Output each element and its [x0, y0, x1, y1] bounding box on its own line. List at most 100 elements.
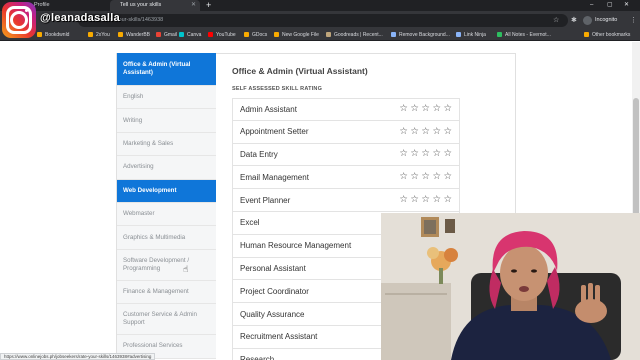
- bookmark-label: All Notes - Evernot...: [505, 32, 551, 38]
- star-icon[interactable]: ☆: [410, 149, 419, 159]
- star-icon[interactable]: ☆: [443, 126, 452, 137]
- star-icon[interactable]: ☆: [399, 104, 408, 114]
- skill-row: Email Management ☆ ☆ ☆ ☆ ☆: [232, 166, 460, 190]
- star-icon[interactable]: ☆: [399, 195, 408, 205]
- webcam-overlay: [381, 213, 640, 360]
- bookmark-item[interactable]: Gmail: [156, 30, 177, 41]
- skill-row: Appointment Setter ☆ ☆ ☆ ☆ ☆: [232, 120, 460, 144]
- bookmark-item[interactable]: All Notes - Evernot...: [497, 30, 551, 41]
- skill-name: Personal Assistant: [240, 263, 306, 273]
- bookmark-label: YouTube: [216, 32, 236, 38]
- puzzle-icon[interactable]: ✱: [571, 14, 577, 27]
- instagram-handle: @leanadasalla: [40, 12, 121, 24]
- sidebar-item-label: Graphics & Multimedia: [123, 233, 186, 241]
- bookmark-item[interactable]: GDocs: [244, 30, 267, 41]
- close-window-button[interactable]: ✕: [624, 0, 629, 11]
- star-icon[interactable]: ☆: [432, 126, 441, 137]
- star-icon[interactable]: ☆: [410, 126, 419, 137]
- skill-name: Appointment Setter: [240, 127, 309, 137]
- sidebar-item[interactable]: Software Development / Programming: [117, 249, 216, 281]
- bookmark-item[interactable]: 2xYou: [88, 30, 110, 41]
- bookmark-item[interactable]: Link Ninja: [456, 30, 486, 41]
- sidebar-item[interactable]: Customer Service & Admin Support: [117, 304, 216, 336]
- bookmark-label: WanderBB: [126, 32, 150, 38]
- bookmark-item[interactable]: Remove Background...: [391, 30, 450, 41]
- skill-name: Event Planner: [240, 195, 291, 205]
- bookmark-label: Other bookmarks: [592, 32, 631, 38]
- tab-skills[interactable]: Tell us your skills ✕: [110, 0, 200, 11]
- bookmark-favicon-icon: [584, 31, 589, 37]
- tab-profile[interactable]: Profile: [28, 0, 108, 11]
- star-icon[interactable]: ☆: [432, 195, 441, 205]
- sidebar-item[interactable]: Graphics & Multimedia: [117, 226, 216, 250]
- tab-label: Profile: [34, 2, 50, 8]
- bookmark-label: Goodreads | Recent...: [334, 32, 383, 38]
- star-icon[interactable]: ☆: [410, 195, 419, 205]
- bookmark-item[interactable]: New Google File: [274, 30, 319, 41]
- skill-name: Excel: [240, 218, 260, 228]
- star-icon[interactable]: ☆: [399, 172, 408, 182]
- star-icon[interactable]: ☆: [410, 172, 419, 182]
- star-icon[interactable]: ☆: [421, 126, 430, 137]
- star-icon[interactable]: ☆: [432, 149, 441, 159]
- sidebar-item-label: Office & Admin (Virtual Assistant): [123, 61, 191, 76]
- menu-icon[interactable]: ⋮: [630, 14, 637, 27]
- bookmark-item[interactable]: Goodreads | Recent...: [326, 30, 383, 41]
- star-rating: ☆☆☆☆☆: [399, 172, 452, 182]
- close-icon[interactable]: ✕: [191, 0, 196, 11]
- incognito-indicator[interactable]: Incognito: [583, 14, 617, 27]
- sidebar-item[interactable]: Advertising: [117, 156, 216, 180]
- bookmark-item[interactable]: Other bookmarks: [584, 30, 630, 41]
- skill-row: Admin Assistant ☆ ☆ ☆ ☆ ☆: [232, 98, 460, 121]
- star-icon[interactable]: ☆: [421, 172, 430, 182]
- bookmark-favicon-icon: [179, 31, 184, 37]
- sidebar-item[interactable]: Writing: [117, 109, 216, 133]
- star-icon[interactable]: ☆: [443, 195, 452, 205]
- star-icon[interactable]: ☆: [443, 104, 452, 114]
- bookmark-favicon-icon: [244, 31, 249, 37]
- star-icon[interactable]: ☆: [432, 104, 441, 114]
- bookmark-favicon-icon: [156, 31, 161, 37]
- star-icon[interactable]: ☆: [421, 195, 430, 205]
- sidebar-item[interactable]: Office & Admin (Virtual Assistant): [117, 53, 216, 86]
- bookmarks-bar: Bookdwnld 2xYou WanderBB Gmail Canva YouTube G…: [0, 30, 640, 41]
- bookmark-item[interactable]: Bookdwnld: [37, 30, 69, 41]
- star-icon[interactable]: ☆: [399, 126, 408, 137]
- minimize-button[interactable]: –: [590, 0, 593, 11]
- section-subtitle: SELF ASSESSED SKILL RATING: [232, 86, 323, 92]
- star-icon[interactable]: ☆: [421, 149, 430, 159]
- bookmark-item[interactable]: YouTube: [208, 30, 236, 41]
- bookmark-label: New Google File: [282, 32, 319, 38]
- skill-name: Project Coordinator: [240, 286, 309, 296]
- bookmark-item[interactable]: WanderBB: [118, 30, 150, 41]
- sidebar-item[interactable]: Finance & Management: [117, 280, 216, 305]
- sidebar-item[interactable]: Webmaster: [117, 202, 216, 227]
- sidebar-item[interactable]: Marketing & Sales: [117, 132, 216, 157]
- bookmark-favicon-icon: [391, 31, 396, 37]
- star-icon[interactable]: ☆: [410, 104, 419, 114]
- star-icon[interactable]: ☆: [399, 149, 408, 159]
- sidebar-item[interactable]: Web Development: [117, 179, 216, 203]
- bookmark-favicon-icon: [274, 31, 279, 37]
- incognito-icon: [583, 16, 592, 25]
- star-icon[interactable]: ☆: [421, 104, 430, 114]
- skill-row: Data Entry ☆ ☆ ☆ ☆ ☆: [232, 143, 460, 167]
- bookmark-favicon-icon: [118, 31, 123, 37]
- bookmark-label: GDocs: [252, 32, 268, 38]
- sidebar-item-label: Customer Service & Admin Support: [123, 311, 197, 327]
- star-bookmark-icon[interactable]: ☆: [553, 14, 559, 27]
- skill-name: Human Resource Management: [240, 241, 352, 251]
- star-icon[interactable]: ☆: [432, 172, 441, 182]
- maximize-button[interactable]: ▢: [607, 0, 613, 11]
- sidebar-item[interactable]: English: [117, 86, 216, 110]
- mouse-cursor-icon: ☝: [183, 264, 189, 274]
- new-tab-button[interactable]: +: [206, 0, 211, 11]
- sidebar-item-label: Webmaster: [123, 210, 155, 218]
- address-bar[interactable]: ...kers/rate-your-skills/1463938: [78, 14, 568, 27]
- bookmark-item[interactable]: Canva: [179, 30, 201, 41]
- scroll-thumb[interactable]: [633, 98, 639, 218]
- star-icon[interactable]: ☆: [443, 172, 452, 182]
- bookmark-label: 2xYou: [96, 32, 110, 38]
- sidebar-item-label: Advertising: [123, 163, 154, 171]
- star-icon[interactable]: ☆: [443, 149, 452, 159]
